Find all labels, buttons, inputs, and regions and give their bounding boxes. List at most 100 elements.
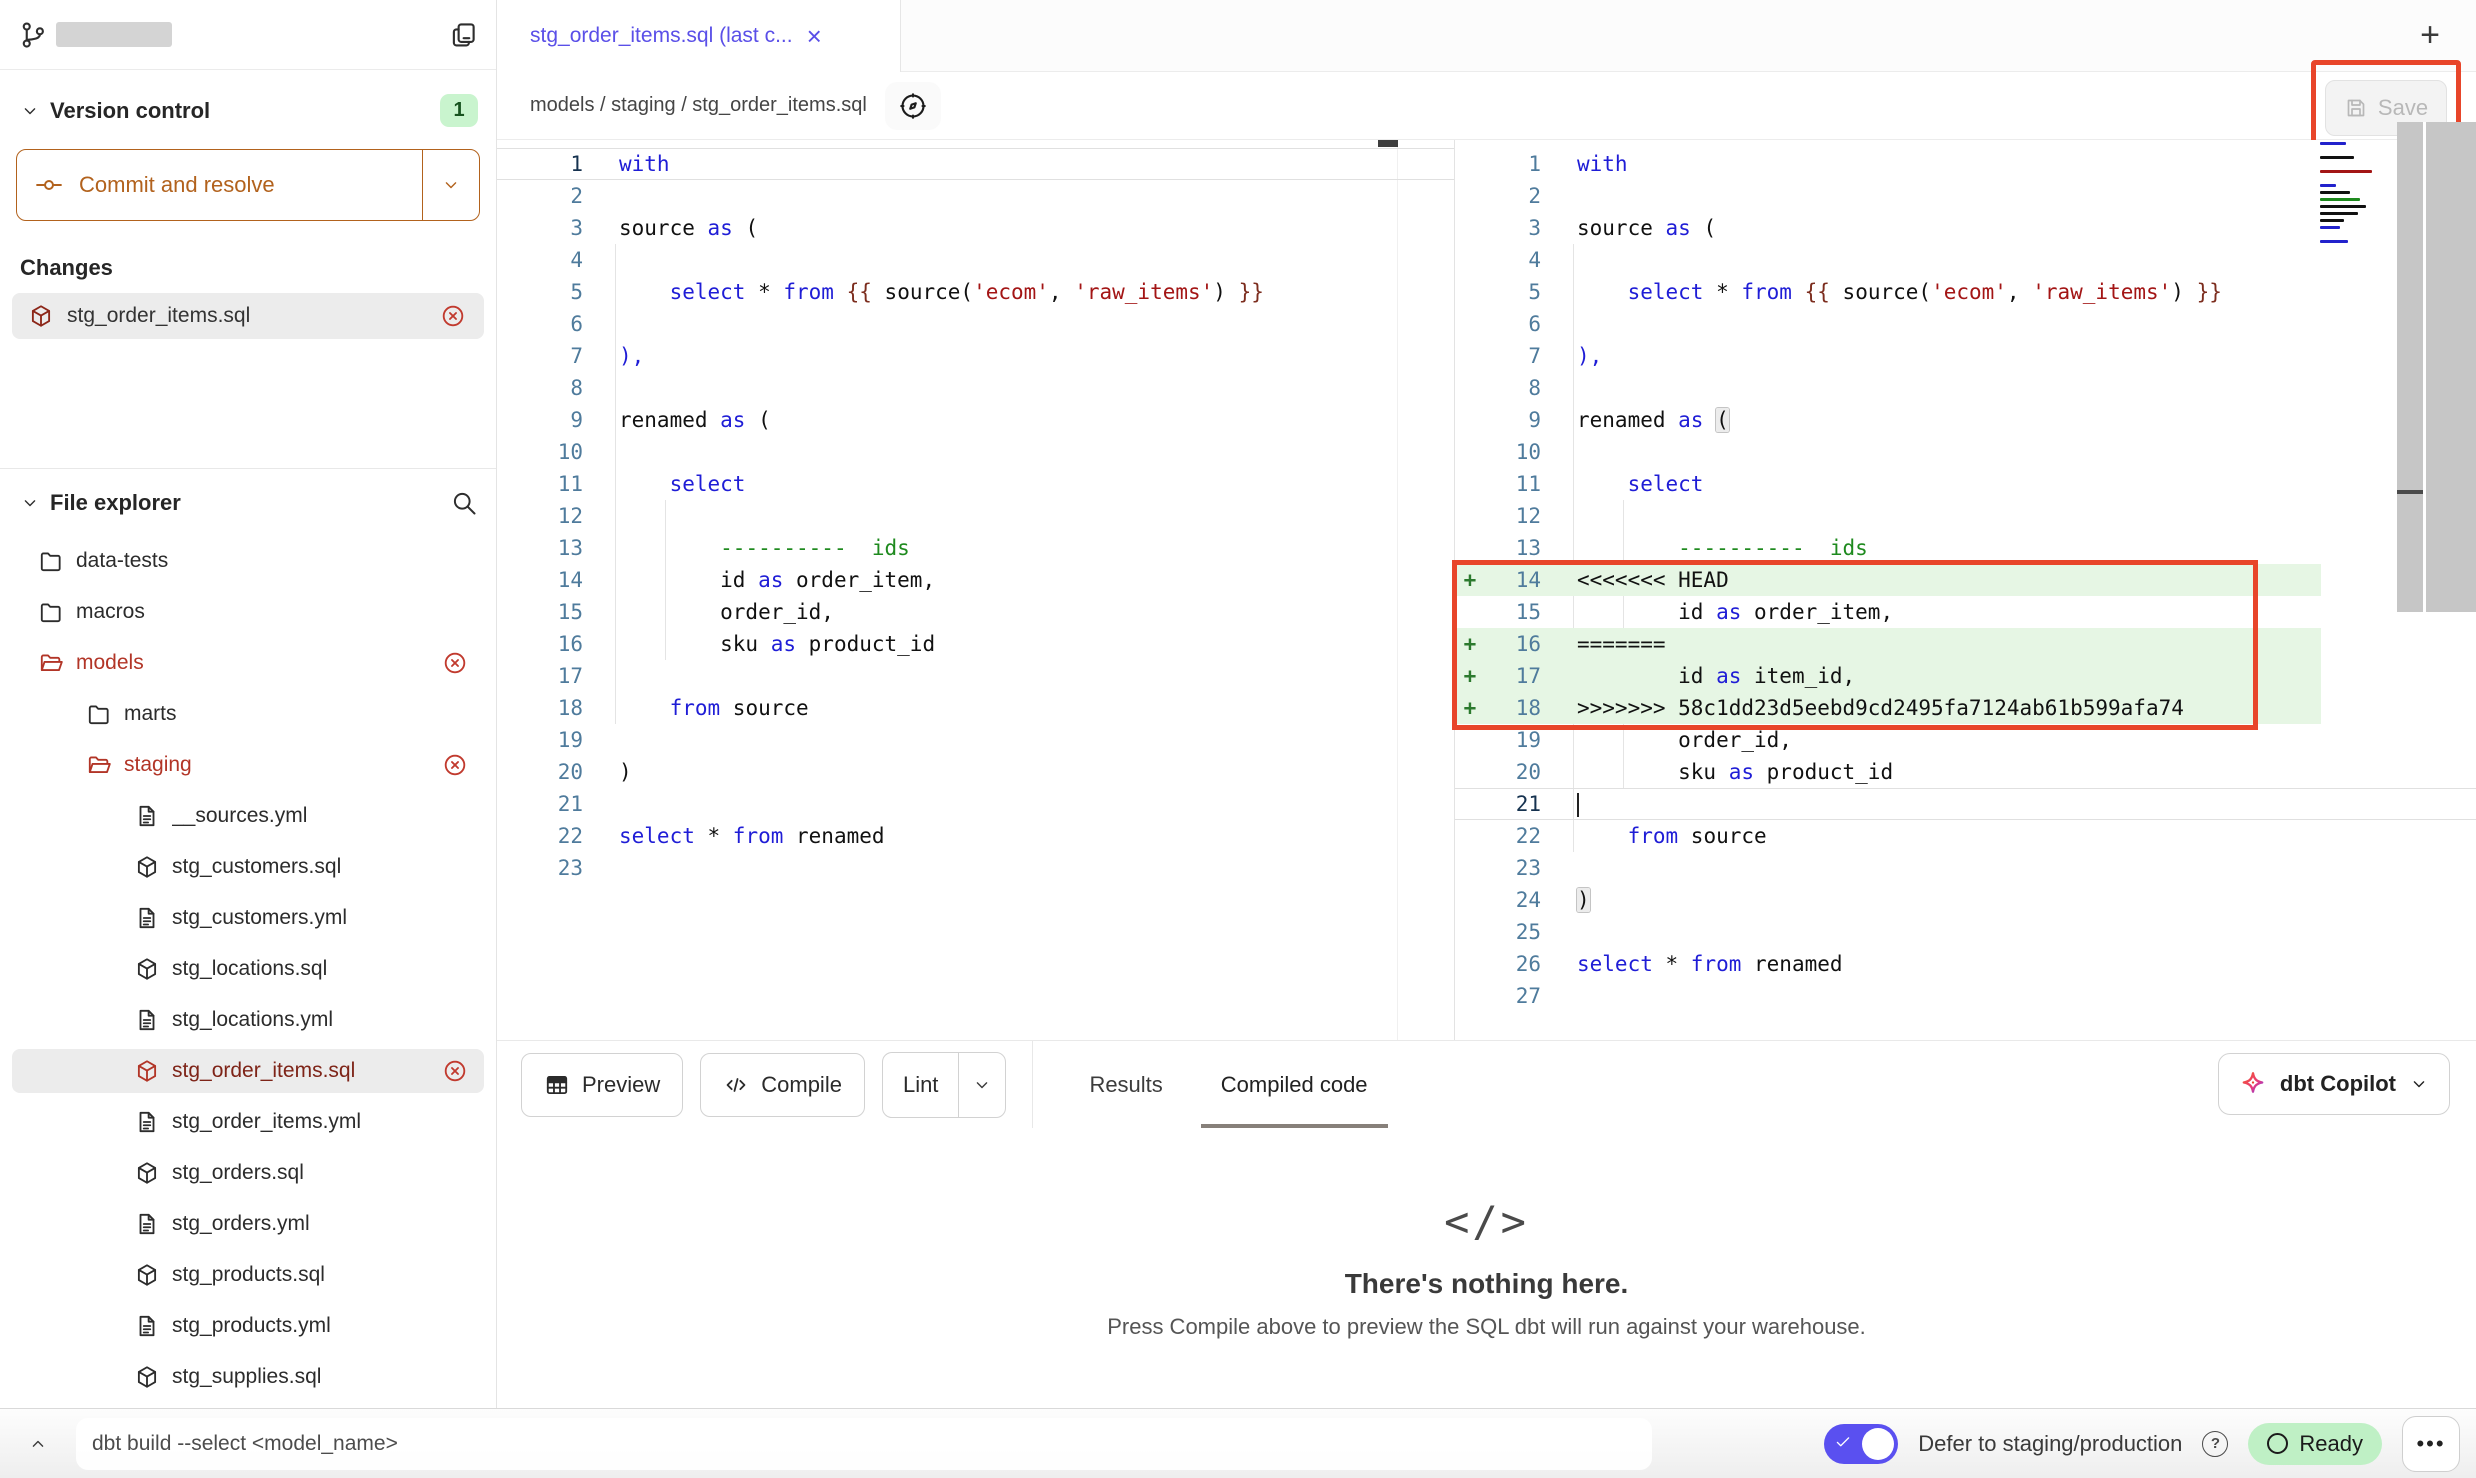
code-line-17[interactable]: 17: [497, 660, 1454, 692]
file-row[interactable]: stg_locations.sql: [12, 947, 484, 991]
defer-toggle[interactable]: [1824, 1424, 1898, 1464]
code-line-8[interactable]: 8: [497, 372, 1454, 404]
dbt-copilot-button[interactable]: dbt Copilot: [2218, 1053, 2450, 1115]
code-line-18[interactable]: +18>>>>>>> 58c1dd23d5eebd9cd2495fa7124ab…: [1455, 692, 2476, 724]
commit-dropdown-button[interactable]: [422, 150, 479, 220]
code-line-6[interactable]: 6: [1455, 308, 2476, 340]
changed-file-row[interactable]: stg_order_items.sql: [12, 293, 484, 339]
code-line-16[interactable]: +16=======: [1455, 628, 2476, 660]
discard-change-icon[interactable]: [442, 1058, 468, 1084]
code-line-20[interactable]: 20 sku as product_id: [1455, 756, 2476, 788]
code-line-20[interactable]: 20): [497, 756, 1454, 788]
file-row[interactable]: stg_products.sql: [12, 1253, 484, 1297]
code-line-19[interactable]: 19 order_id,: [1455, 724, 2476, 756]
code-line-21[interactable]: 21: [1455, 788, 2476, 820]
code-line-1[interactable]: 1with: [497, 148, 1454, 180]
file-row[interactable]: stg_order_items.yml: [12, 1100, 484, 1144]
code-line-16[interactable]: 16 sku as product_id: [497, 628, 1454, 660]
file-row[interactable]: stg_locations.yml: [12, 998, 484, 1042]
code-line-11[interactable]: 11 select: [497, 468, 1454, 500]
code-line-26[interactable]: 26select * from renamed: [1455, 948, 2476, 980]
file-row[interactable]: staging: [12, 743, 484, 787]
editor-pane-right[interactable]: 1with23source as (45 select * from {{ so…: [1455, 140, 2476, 1040]
cube-icon: [134, 956, 160, 982]
file-row[interactable]: stg_supplies.sql: [12, 1355, 484, 1399]
code-line-12[interactable]: 12: [1455, 500, 2476, 532]
file-row[interactable]: data-tests: [12, 539, 484, 583]
file-row[interactable]: stg_customers.yml: [12, 896, 484, 940]
editor-right-scrollbar[interactable]: [2397, 122, 2476, 612]
code-line-8[interactable]: 8: [1455, 372, 2476, 404]
code-line-4[interactable]: 4: [497, 244, 1454, 276]
code-line-14[interactable]: +14<<<<<<< HEAD: [1455, 564, 2476, 596]
version-control-header[interactable]: Version control 1: [0, 70, 496, 141]
chevron-up-icon[interactable]: [28, 1434, 48, 1454]
copy-branch-icon[interactable]: [448, 20, 478, 50]
file-row[interactable]: marts: [12, 692, 484, 736]
file-row[interactable]: models: [12, 641, 484, 685]
lint-dropdown-button[interactable]: [958, 1053, 1005, 1117]
tab-compiled-code[interactable]: Compiled code: [1221, 1041, 1368, 1129]
code-line-5[interactable]: 5 select * from {{ source('ecom', 'raw_i…: [1455, 276, 2476, 308]
file-row[interactable]: macros: [12, 590, 484, 634]
code-line-7[interactable]: 7),: [1455, 340, 2476, 372]
editor-pane-left[interactable]: 1with23source as (45 select * from {{ so…: [497, 140, 1455, 1040]
tab-stg-order-items[interactable]: stg_order_items.sql (last c... ×: [497, 0, 901, 72]
code-line-5[interactable]: 5 select * from {{ source('ecom', 'raw_i…: [497, 276, 1454, 308]
preview-button[interactable]: Preview: [521, 1053, 683, 1117]
code-line-12[interactable]: 12: [497, 500, 1454, 532]
compile-button[interactable]: Compile: [700, 1053, 865, 1117]
code-line-14[interactable]: 14 id as order_item,: [497, 564, 1454, 596]
scrollbar-thumb[interactable]: [2397, 490, 2423, 494]
lint-button[interactable]: Lint: [883, 1053, 958, 1117]
new-tab-button[interactable]: +: [2420, 18, 2440, 52]
code-line-23[interactable]: 23: [1455, 852, 2476, 884]
code-line-11[interactable]: 11 select: [1455, 468, 2476, 500]
command-input[interactable]: dbt build --select <model_name>: [76, 1418, 1652, 1470]
file-row[interactable]: __sources.yml: [12, 794, 484, 838]
code-line-17[interactable]: +17 id as item_id,: [1455, 660, 2476, 692]
commit-and-resolve-button[interactable]: Commit and resolve: [16, 149, 480, 221]
code-line-18[interactable]: 18 from source: [497, 692, 1454, 724]
code-line-15[interactable]: 15 id as order_item,: [1455, 596, 2476, 628]
code-line-9[interactable]: 9renamed as (: [497, 404, 1454, 436]
file-row[interactable]: stg_orders.sql: [12, 1151, 484, 1195]
lineage-button[interactable]: [885, 82, 941, 130]
folder-icon: [38, 548, 64, 574]
code-line-27[interactable]: 27: [1455, 980, 2476, 1012]
file-row[interactable]: stg_order_items.sql: [12, 1049, 484, 1093]
branch-name-placeholder[interactable]: [56, 22, 172, 47]
code-line-10[interactable]: 10: [1455, 436, 2476, 468]
code-line-13[interactable]: 13 ---------- ids: [1455, 532, 2476, 564]
code-line-24[interactable]: 24): [1455, 884, 2476, 916]
code-line-25[interactable]: 25: [1455, 916, 2476, 948]
discard-change-icon[interactable]: [440, 303, 466, 329]
code-line-22[interactable]: 22select * from renamed: [497, 820, 1454, 852]
minimap[interactable]: [2320, 142, 2396, 254]
tab-results[interactable]: Results: [1089, 1041, 1162, 1129]
file-explorer-header[interactable]: File explorer: [0, 469, 496, 533]
code-line-3[interactable]: 3source as (: [497, 212, 1454, 244]
editor-left-scroll-thumb[interactable]: [1378, 140, 1398, 147]
code-line-10[interactable]: 10: [497, 436, 1454, 468]
code-line-9[interactable]: 9renamed as (: [1455, 404, 2476, 436]
search-icon[interactable]: [450, 489, 478, 517]
more-options-button[interactable]: •••: [2402, 1416, 2460, 1472]
code-line-6[interactable]: 6: [497, 308, 1454, 340]
discard-change-icon[interactable]: [442, 650, 468, 676]
code-line-19[interactable]: 19: [497, 724, 1454, 756]
help-icon[interactable]: ?: [2202, 1431, 2228, 1457]
code-line-21[interactable]: 21: [497, 788, 1454, 820]
code-line-15[interactable]: 15 order_id,: [497, 596, 1454, 628]
code-line-2[interactable]: 2: [497, 180, 1454, 212]
discard-change-icon[interactable]: [442, 752, 468, 778]
file-row[interactable]: stg_products.yml: [12, 1304, 484, 1348]
code-line-23[interactable]: 23: [497, 852, 1454, 884]
file-row[interactable]: stg_orders.yml: [12, 1202, 484, 1246]
tab-close-icon[interactable]: ×: [807, 23, 822, 49]
text-cursor: [1577, 793, 1579, 817]
file-row[interactable]: stg_customers.sql: [12, 845, 484, 889]
code-line-7[interactable]: 7),: [497, 340, 1454, 372]
code-line-22[interactable]: 22 from source: [1455, 820, 2476, 852]
code-line-13[interactable]: 13 ---------- ids: [497, 532, 1454, 564]
